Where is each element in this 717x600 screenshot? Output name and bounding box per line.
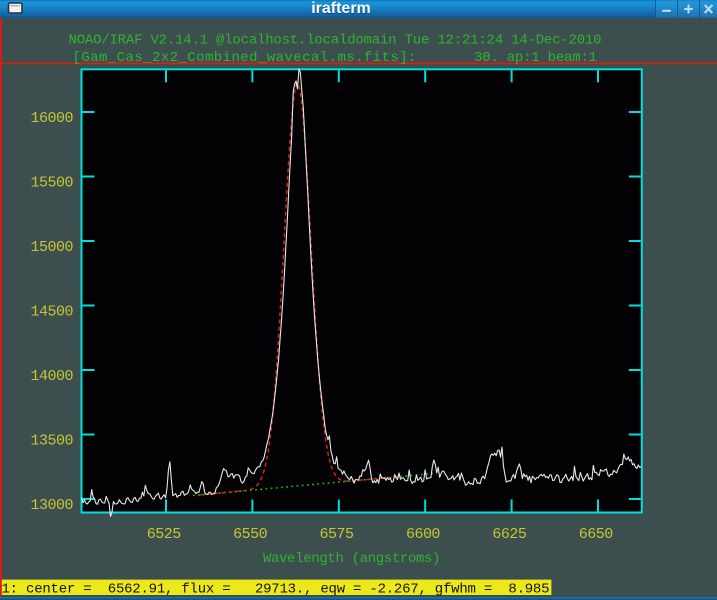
svg-text:6650: 6650 (579, 526, 614, 543)
svg-text:6550: 6550 (233, 526, 268, 543)
svg-text:13500: 13500 (31, 433, 74, 450)
svg-text:NOAO/IRAF V2.14.1 @localhost.l: NOAO/IRAF V2.14.1 @localhost.localdomain… (69, 33, 602, 49)
svg-text:6575: 6575 (320, 526, 355, 543)
svg-text:13000: 13000 (31, 497, 74, 514)
svg-text:14000: 14000 (31, 368, 74, 385)
svg-text:14500: 14500 (31, 304, 74, 321)
svg-text:6525: 6525 (147, 526, 182, 543)
svg-text:16000: 16000 (31, 110, 74, 127)
svg-text:[Gam_Cas_2x2_Combined_wavecal.: [Gam_Cas_2x2_Combined_wavecal.ms.fits]: (73, 50, 417, 66)
svg-text:15000: 15000 (31, 239, 74, 256)
svg-text:1: center = 6562.91, flux =: 1: center = 6562.91, flux = 29713., eqw … (2, 581, 550, 597)
svg-text:15500: 15500 (31, 175, 74, 192)
svg-text:30. ap:1 beam:1: 30. ap:1 beam:1 (474, 50, 597, 66)
svg-text:6600: 6600 (406, 526, 441, 543)
svg-text:Wavelength (angstroms): Wavelength (angstroms) (263, 551, 441, 567)
svg-text:6625: 6625 (492, 526, 526, 543)
